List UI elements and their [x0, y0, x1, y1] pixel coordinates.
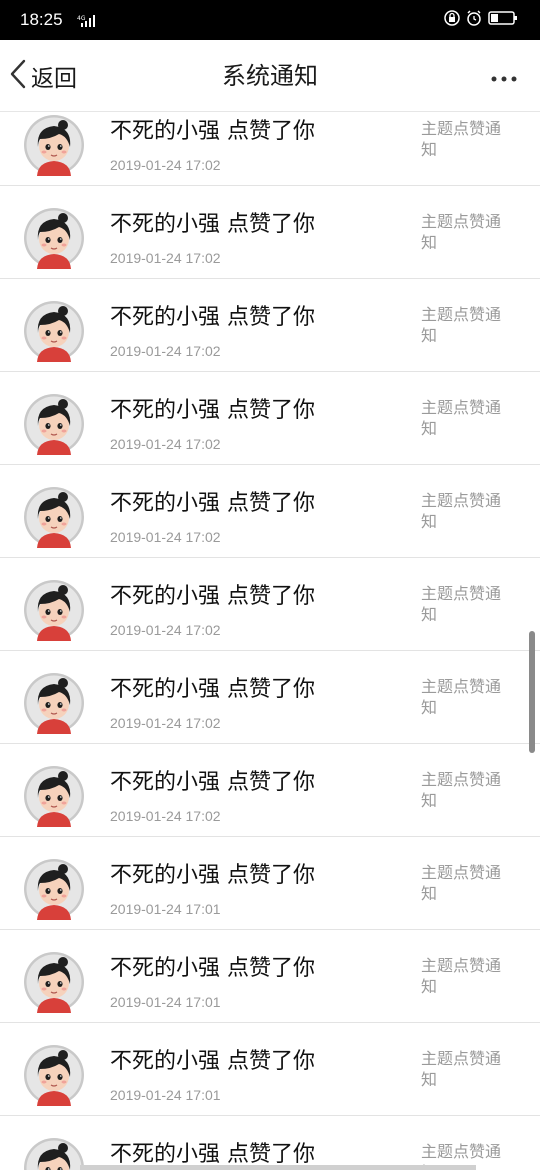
notification-item[interactable]: 不死的小强 点赞了你 2019-01-24 17:02 主题点赞通知 — [0, 744, 540, 837]
notification-time: 2019-01-24 17:02 — [110, 436, 221, 452]
page-title: 系统通知 — [222, 62, 318, 90]
notification-title: 不死的小强 点赞了你 — [110, 1049, 315, 1074]
lock-icon — [444, 10, 460, 30]
avatar[interactable] — [23, 300, 85, 362]
notification-title: 不死的小强 点赞了你 — [110, 491, 315, 516]
notification-item[interactable]: 不死的小强 点赞了你主题点赞通知 — [0, 1116, 540, 1170]
battery-icon — [488, 10, 518, 30]
notification-title: 不死的小强 点赞了你 — [110, 677, 315, 702]
bottom-bar — [80, 1165, 476, 1170]
notification-time: 2019-01-24 17:01 — [110, 1087, 221, 1103]
notification-list[interactable]: 不死的小强 点赞了你 2019-01-24 17:02 主题点赞通知 不死的小强 点赞… — [0, 113, 540, 1170]
notification-title: 不死的小强 点赞了你 — [110, 212, 315, 237]
nav-bar: 返回 系统通知 — [0, 40, 540, 112]
avatar[interactable] — [23, 1044, 85, 1106]
notification-title: 不死的小强 点赞了你 — [110, 398, 315, 423]
notification-title: 不死的小强 点赞了你 — [110, 956, 315, 981]
notification-type: 主题点赞通知 — [421, 770, 502, 810]
avatar[interactable] — [23, 765, 85, 827]
notification-item[interactable]: 不死的小强 点赞了你 2019-01-24 17:01 主题点赞通知 — [0, 930, 540, 1023]
avatar[interactable] — [23, 393, 85, 455]
notification-item[interactable]: 不死的小强 点赞了你 2019-01-24 17:02 主题点赞通知 — [0, 465, 540, 558]
notification-type: 主题点赞通知 — [421, 305, 502, 345]
notification-time: 2019-01-24 17:02 — [110, 157, 221, 173]
notification-item[interactable]: 不死的小强 点赞了你 2019-01-24 17:02 主题点赞通知 — [0, 186, 540, 279]
avatar[interactable] — [23, 114, 85, 176]
notification-time: 2019-01-24 17:02 — [110, 343, 221, 359]
notification-title: 不死的小强 点赞了你 — [110, 305, 315, 330]
alarm-icon — [466, 10, 482, 30]
avatar[interactable] — [23, 951, 85, 1013]
notification-type: 主题点赞通知 — [421, 212, 502, 252]
notification-title: 不死的小强 点赞了你 — [110, 584, 315, 609]
notification-item[interactable]: 不死的小强 点赞了你 2019-01-24 17:01 主题点赞通知 — [0, 1023, 540, 1116]
notification-item[interactable]: 不死的小强 点赞了你 2019-01-24 17:02 主题点赞通知 — [0, 372, 540, 465]
scrollbar[interactable] — [529, 631, 535, 753]
notification-type: 主题点赞通知 — [421, 398, 502, 438]
more-icon[interactable] — [490, 70, 518, 82]
status-bar: 18:25 4G — [0, 0, 540, 40]
notification-type: 主题点赞通知 — [421, 491, 502, 531]
notification-list-inner: 不死的小强 点赞了你 2019-01-24 17:02 主题点赞通知 不死的小强 点赞… — [0, 113, 540, 1170]
avatar[interactable] — [23, 486, 85, 548]
notification-time: 2019-01-24 17:01 — [110, 901, 221, 917]
notification-type: 主题点赞通知 — [421, 584, 502, 624]
avatar[interactable] — [23, 207, 85, 269]
network-type-label: 4G — [77, 15, 86, 22]
avatar[interactable] — [23, 858, 85, 920]
notification-title: 不死的小强 点赞了你 — [110, 770, 315, 795]
notification-item[interactable]: 不死的小强 点赞了你 2019-01-24 17:02 主题点赞通知 — [0, 279, 540, 372]
notification-time: 2019-01-24 17:02 — [110, 622, 221, 638]
notification-type: 主题点赞通知 — [421, 863, 502, 903]
notification-type: 主题点赞通知 — [421, 119, 502, 159]
avatar[interactable] — [23, 579, 85, 641]
status-icons — [444, 10, 518, 30]
notification-title: 不死的小强 点赞了你 — [110, 119, 315, 144]
avatar[interactable] — [23, 1137, 85, 1170]
notification-type: 主题点赞通知 — [421, 1049, 502, 1089]
notification-item[interactable]: 不死的小强 点赞了你 2019-01-24 17:02 主题点赞通知 — [0, 651, 540, 744]
notification-type: 主题点赞通知 — [421, 677, 502, 717]
notification-item[interactable]: 不死的小强 点赞了你 2019-01-24 17:01 主题点赞通知 — [0, 837, 540, 930]
notification-time: 2019-01-24 17:02 — [110, 808, 221, 824]
network-signal-icon: 4G — [77, 13, 97, 32]
status-time: 18:25 — [20, 10, 63, 29]
notification-time: 2019-01-24 17:02 — [110, 250, 221, 266]
notification-time: 2019-01-24 17:01 — [110, 994, 221, 1010]
notification-type: 主题点赞通知 — [421, 956, 502, 996]
avatar[interactable] — [23, 672, 85, 734]
notification-title: 不死的小强 点赞了你 — [110, 863, 315, 888]
notification-item[interactable]: 不死的小强 点赞了你 2019-01-24 17:02 主题点赞通知 — [0, 113, 540, 186]
notification-time: 2019-01-24 17:02 — [110, 715, 221, 731]
notification-item[interactable]: 不死的小强 点赞了你 2019-01-24 17:02 主题点赞通知 — [0, 558, 540, 651]
notification-time: 2019-01-24 17:02 — [110, 529, 221, 545]
